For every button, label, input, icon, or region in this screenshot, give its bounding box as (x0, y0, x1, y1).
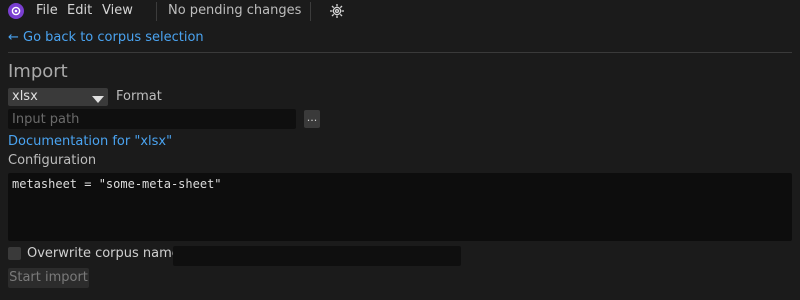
divider (8, 52, 792, 53)
format-label: Format (116, 89, 162, 104)
configuration-editor[interactable]: metasheet = "some-meta-sheet" (8, 173, 792, 241)
format-select[interactable]: xlsx (8, 88, 108, 106)
app-logo-icon[interactable] (8, 3, 24, 19)
menu-separator (156, 2, 157, 21)
back-to-corpus-selection-link[interactable]: ← Go back to corpus selection (8, 30, 204, 45)
overwrite-corpus-name-label: Overwrite corpus name (27, 246, 180, 261)
menu-separator (310, 2, 311, 21)
menu-file[interactable]: File (36, 3, 58, 18)
chevron-down-icon (92, 93, 104, 108)
browse-button[interactable]: ... (304, 110, 320, 128)
page-title: Import (8, 61, 68, 82)
pending-changes-status: No pending changes (168, 3, 302, 18)
configuration-label: Configuration (8, 153, 97, 168)
start-import-button[interactable]: Start import (8, 268, 89, 288)
configuration-text: metasheet = "some-meta-sheet" (12, 177, 222, 191)
input-path-field[interactable] (8, 109, 296, 129)
menu-edit[interactable]: Edit (67, 3, 92, 18)
menu-bar: File Edit View No pending changes (0, 0, 800, 24)
overwrite-corpus-name-checkbox[interactable] (8, 247, 21, 260)
gear-icon[interactable] (329, 3, 345, 19)
corpus-name-field[interactable] (173, 246, 461, 266)
documentation-link[interactable]: Documentation for "xlsx" (8, 134, 172, 149)
format-select-value: xlsx (12, 89, 38, 104)
menu-view[interactable]: View (102, 3, 133, 18)
